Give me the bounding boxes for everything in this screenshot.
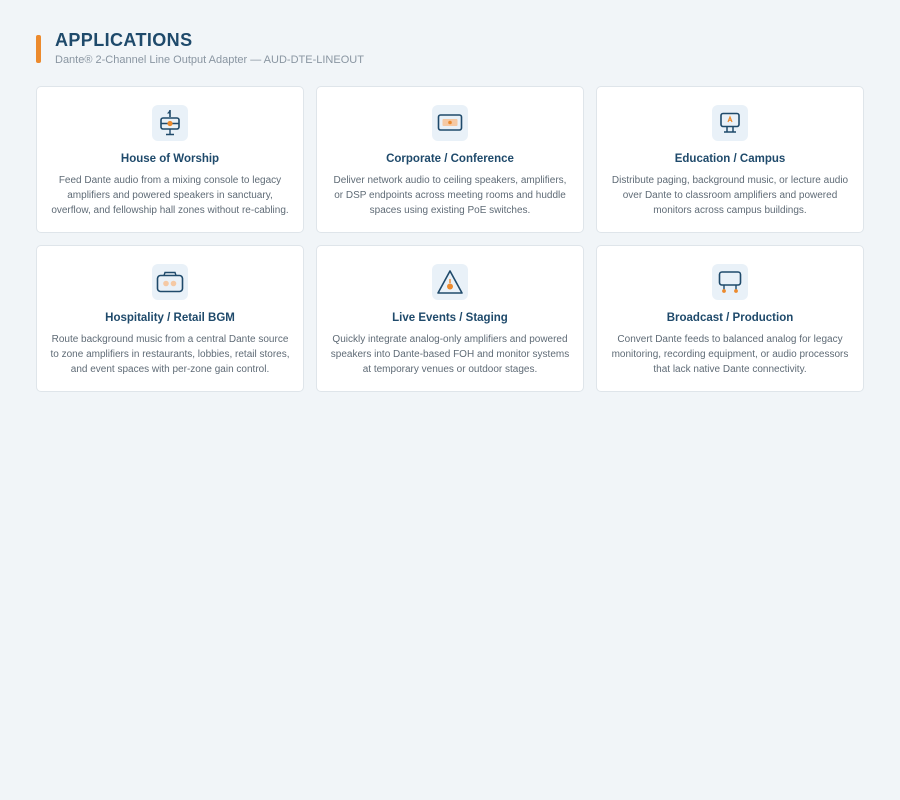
card-title: Education / Campus [674, 153, 786, 165]
application-card-broadcast-production: Broadcast / Production Convert Dante fee… [596, 245, 864, 392]
applications-grid: House of Worship Feed Dante audio from a… [36, 86, 864, 392]
conference-display-icon [432, 105, 468, 141]
applications-page: APPLICATIONS Dante® 2-Channel Line Outpu… [0, 0, 900, 800]
card-description: Route background music from a central Da… [50, 334, 290, 375]
card-title: Broadcast / Production [666, 312, 794, 324]
card-title: Corporate / Conference [386, 153, 514, 165]
card-description: Deliver network audio to ceiling speaker… [333, 175, 567, 216]
broadcast-monitor-icon [712, 264, 748, 300]
application-card-corporate-conference: Corporate / Conference Deliver network a… [316, 86, 584, 233]
page-title: APPLICATIONS [55, 30, 193, 50]
card-title: Live Events / Staging [392, 312, 508, 324]
header-accent-bar [36, 35, 41, 63]
application-card-house-of-worship: House of Worship Feed Dante audio from a… [36, 86, 304, 233]
card-description: Quickly integrate analog-only amplifiers… [330, 334, 570, 375]
card-title: House of Worship [120, 153, 220, 165]
application-card-hospitality-retail: Hospitality / Retail BGM Route backgroun… [36, 245, 304, 392]
card-title: Hospitality / Retail BGM [105, 312, 235, 324]
page-subtitle: Dante® 2-Channel Line Output Adapter — A… [55, 54, 364, 66]
stage-tent-icon [432, 264, 468, 300]
radio-speaker-icon [152, 264, 188, 300]
card-description: Convert Dante feeds to balanced analog f… [611, 334, 849, 375]
card-description: Distribute paging, background music, or … [611, 175, 849, 216]
application-card-education-campus: Education / Campus Distribute paging, ba… [596, 86, 864, 233]
card-description: Feed Dante audio from a mixing console t… [51, 175, 289, 216]
application-card-live-events: Live Events / Staging Quickly integrate … [316, 245, 584, 392]
church-icon [152, 105, 188, 141]
classroom-screen-icon [712, 105, 748, 141]
